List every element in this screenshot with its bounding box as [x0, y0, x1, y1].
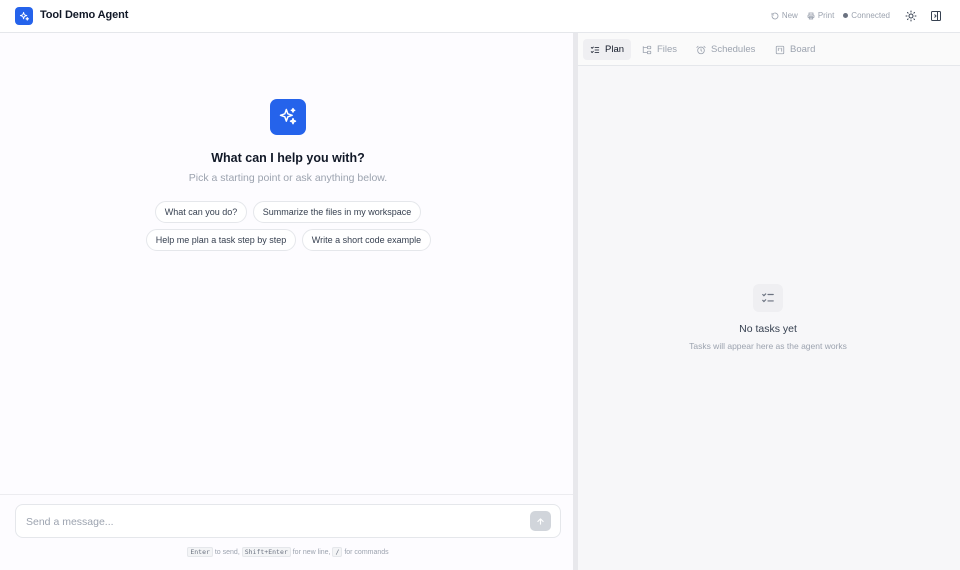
kbd-slash: /: [332, 547, 343, 557]
keyboard-hint: Enter to send, Shift+Enter for new line,…: [0, 547, 576, 557]
connection-status-label: Connected: [851, 11, 890, 20]
composer-divider: [0, 494, 573, 495]
print-label: Print: [817, 11, 835, 20]
tab-schedules[interactable]: Schedules: [689, 39, 762, 60]
hint-newline-text: for new line,: [292, 549, 331, 556]
new-chat-label: New: [781, 11, 798, 20]
status-dot-icon: [843, 13, 849, 18]
message-input[interactable]: [26, 514, 506, 530]
list-checks-icon: [753, 284, 783, 312]
printer-icon: [807, 12, 815, 19]
folder-tree-icon: [642, 45, 652, 54]
panel-right-icon: [931, 11, 941, 21]
suggestion-chip[interactable]: What can you do?: [155, 201, 247, 223]
alarm-clock-icon: [696, 45, 706, 54]
hint-commands-text: for commands: [344, 549, 389, 556]
side-panel: Plan Files Schedules Board No tasks yet …: [578, 33, 960, 570]
kbd-enter: Enter: [187, 547, 213, 557]
tab-schedules-label: Schedules: [711, 44, 756, 55]
chat-area: What can I help you with? Pick a startin…: [0, 33, 573, 570]
sparkles-icon: [15, 7, 33, 25]
tab-plan-label: Plan: [605, 44, 625, 55]
kanban-icon: [775, 45, 785, 54]
tab-board[interactable]: Board: [768, 39, 822, 60]
suggestion-chip[interactable]: Help me plan a task step by step: [146, 229, 296, 251]
send-button[interactable]: [530, 511, 551, 531]
kbd-shift-enter: Shift+Enter: [241, 547, 291, 557]
sun-icon: [905, 10, 917, 22]
message-composer: [15, 504, 561, 538]
header-actions: New Print Connected: [771, 11, 890, 20]
connection-status: Connected: [843, 11, 890, 20]
theme-toggle-button[interactable]: [903, 8, 919, 24]
app-title: Tool Demo Agent: [40, 9, 129, 21]
refresh-icon: [771, 12, 779, 19]
new-chat-button[interactable]: New: [771, 11, 798, 20]
welcome-heading: What can I help you with?: [211, 151, 365, 165]
tab-plan[interactable]: Plan: [583, 39, 632, 60]
welcome-subtitle: Pick a starting point or ask anything be…: [188, 172, 388, 184]
tab-files-label: Files: [657, 44, 678, 55]
print-button[interactable]: Print: [807, 11, 834, 20]
tab-board-label: Board: [790, 44, 816, 55]
app-header: Tool Demo Agent New Print Connected: [0, 0, 960, 33]
suggestion-chip[interactable]: Write a short code example: [302, 229, 431, 251]
empty-state-subtitle: Tasks will appear here as the agent work…: [689, 341, 847, 351]
empty-state-title: No tasks yet: [739, 323, 797, 335]
toggle-panel-button[interactable]: [928, 8, 944, 24]
sparkles-icon: [270, 99, 306, 135]
arrow-up-icon: [537, 517, 544, 525]
suggestion-chip[interactable]: Summarize the files in my workspace: [253, 201, 421, 223]
panel-tabs: Plan Files Schedules Board: [578, 33, 960, 66]
hint-send-text: to send,: [214, 549, 240, 556]
list-checks-icon: [590, 46, 600, 53]
tab-files[interactable]: Files: [635, 39, 684, 60]
